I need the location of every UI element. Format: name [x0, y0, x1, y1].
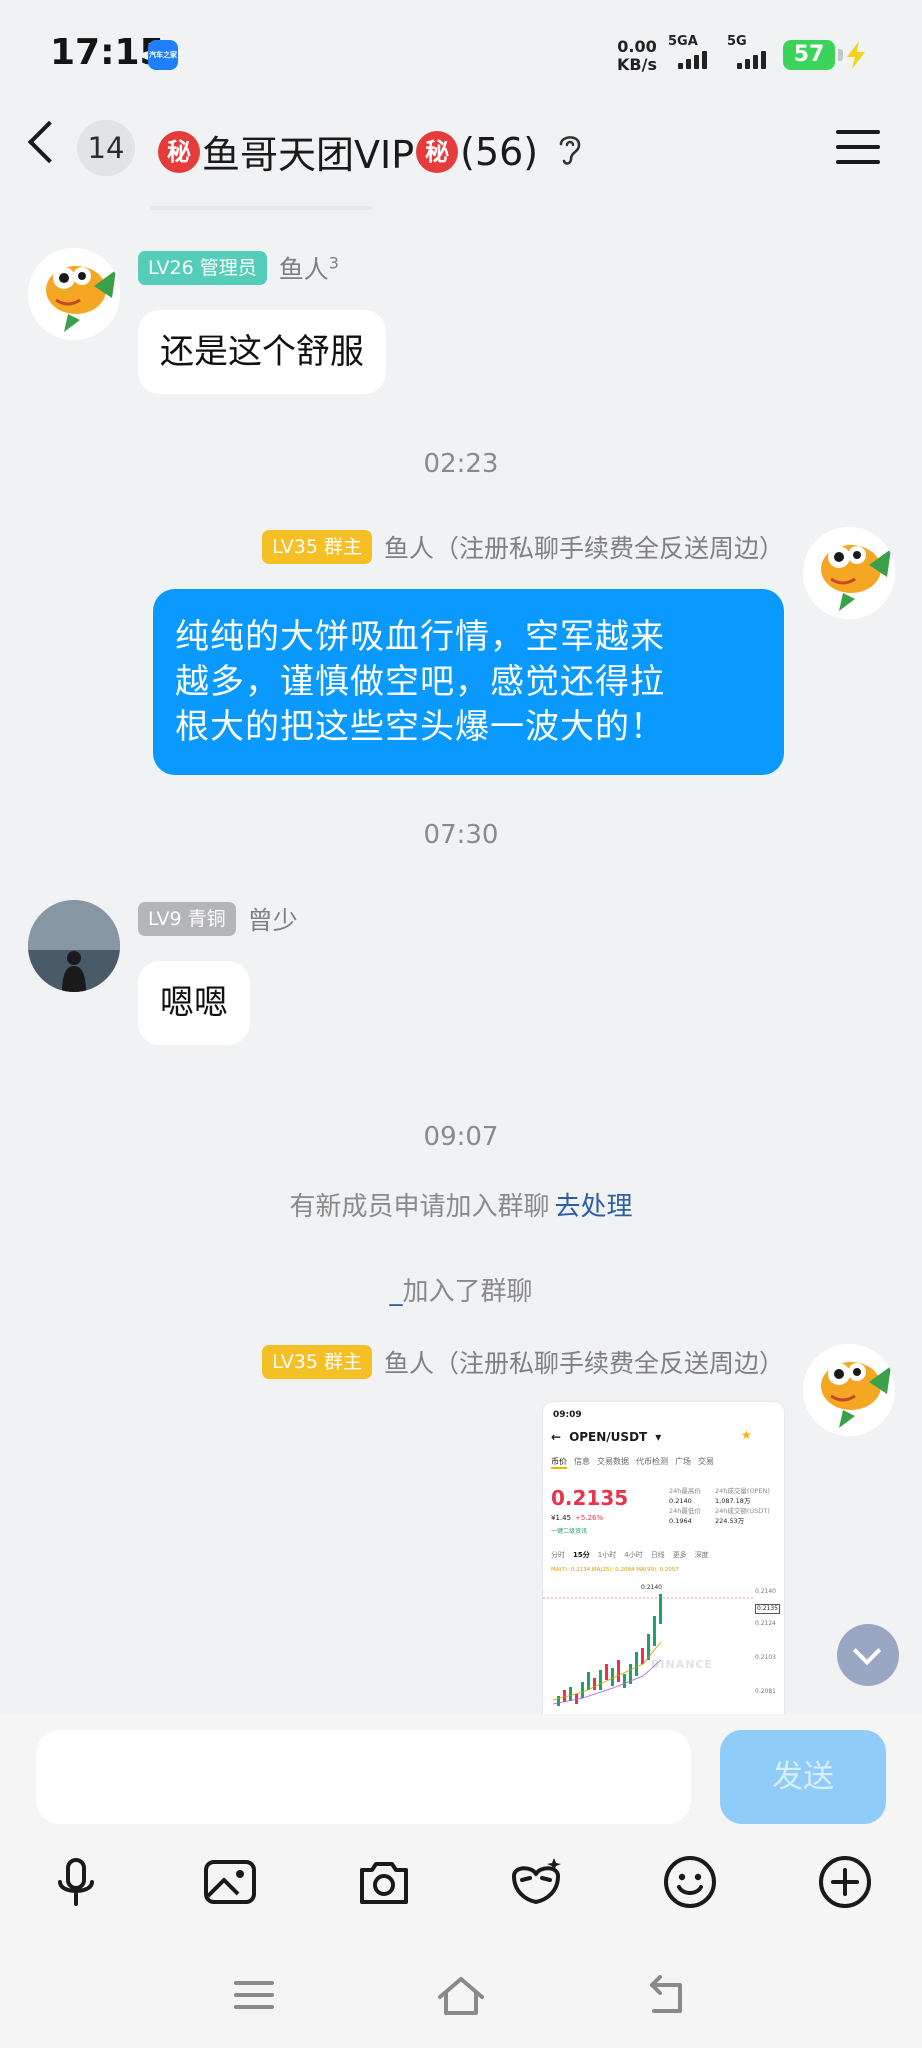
timestamp: 09:07	[423, 1122, 499, 1152]
message-line: 纯纯的大饼吸血行情，空军越来	[175, 617, 665, 657]
message-line: 根大的把这些空头爆一波大的！	[175, 707, 665, 747]
avatar-yuren[interactable]	[28, 248, 120, 340]
microphone-icon[interactable]	[46, 1852, 106, 1912]
app-notification-icon: 汽车之家	[148, 40, 178, 70]
sender-row: LV9 青铜 曾少	[138, 901, 298, 937]
level-badge: LV35 群主	[262, 1345, 372, 1379]
signal-bars-icon	[737, 51, 766, 69]
chevron-down-icon	[852, 1636, 882, 1666]
handle-request-link[interactable]: 去处理	[555, 1192, 633, 1222]
join-notice: _加入了群聊	[0, 1271, 922, 1308]
avatar-self[interactable]	[803, 1344, 895, 1436]
home-nav-icon[interactable]	[434, 1975, 488, 2017]
level-badge: LV26 管理员	[138, 251, 267, 285]
sim1-signal: 5GA	[668, 34, 707, 69]
sender-name-sup: 3	[328, 253, 339, 273]
sender-name[interactable]: 鱼人（注册私聊手续费全反送周边）	[384, 529, 784, 565]
fish-avatar-icon	[803, 1344, 895, 1436]
plus-circle-icon[interactable]	[815, 1852, 875, 1912]
message-text: 还是这个舒服	[160, 332, 364, 372]
sender-name[interactable]: 鱼人（注册私聊手续费全反送周边）	[384, 1344, 784, 1380]
timestamp: 02:23	[423, 449, 499, 479]
level-badge: LV9 青铜	[138, 902, 236, 936]
menu-icon[interactable]	[836, 130, 880, 164]
sim2-label: 5G	[727, 34, 747, 49]
emoji-icon[interactable]	[660, 1852, 720, 1912]
charging-icon	[847, 41, 865, 69]
send-button[interactable]: 发送	[720, 1730, 886, 1824]
battery-indicator: 57	[783, 40, 843, 70]
image-icon[interactable]	[200, 1852, 260, 1912]
unread-count-badge[interactable]: 14	[77, 120, 135, 176]
avatar-zengshao[interactable]	[28, 900, 120, 992]
network-speed: 0.00 KB/s	[617, 38, 657, 74]
system-notice-text: 有新成员申请加入群聊	[289, 1192, 550, 1222]
ear-listen-icon[interactable]	[555, 130, 585, 170]
shot-candlestick-chart	[543, 1591, 753, 1706]
timestamp: 07:30	[423, 820, 499, 850]
seaside-avatar-icon	[28, 900, 120, 992]
joined-user-link[interactable]: _	[389, 1277, 402, 1307]
avatar-self[interactable]	[803, 527, 895, 619]
back-nav-icon[interactable]	[644, 1975, 690, 2017]
network-speed-unit: KB/s	[617, 55, 657, 74]
sim2-signal: 5G	[727, 34, 766, 69]
camera-icon[interactable]	[354, 1852, 414, 1912]
system-notice: 有新成员申请加入群聊 去处理	[0, 1186, 922, 1223]
secret-mark-icon: 秘	[158, 130, 200, 173]
sender-row: LV35 群主 鱼人（注册私聊手续费全反送周边）	[262, 1344, 784, 1380]
level-badge: LV35 群主	[262, 530, 372, 564]
join-notice-text: 加入了群聊	[402, 1277, 533, 1307]
member-count: (56)	[460, 129, 539, 174]
sim1-label: 5GA	[668, 34, 698, 49]
scroll-to-bottom-button[interactable]	[837, 1624, 899, 1686]
message-input[interactable]	[36, 1730, 691, 1824]
group-title: 秘 鱼哥天团VIP 秘 (56)	[156, 124, 538, 179]
group-name: 鱼哥天团VIP	[202, 133, 415, 177]
message-text: 嗯嗯	[160, 983, 228, 1023]
sender-row: LV35 群主 鱼人（注册私聊手续费全反送周边）	[262, 529, 784, 565]
signal-bars-icon	[678, 51, 707, 69]
sender-name[interactable]: 曾少	[248, 901, 298, 937]
mask-icon[interactable]	[506, 1852, 566, 1912]
network-speed-value: 0.00	[617, 37, 657, 56]
back-arrow-icon[interactable]	[27, 120, 71, 164]
fish-avatar-icon	[803, 527, 895, 619]
message-bubble[interactable]: 纯纯的大饼吸血行情，空军越来 越多，谨慎做空吧，感觉还得拉 根大的把这些空头爆一…	[153, 589, 784, 775]
secret-mark-icon: 秘	[416, 130, 459, 173]
message-line: 越多，谨慎做空吧，感觉还得拉	[175, 662, 665, 702]
message-bubble[interactable]: 还是这个舒服	[138, 310, 386, 394]
shared-screenshot-image[interactable]: 09:09 ← OPEN/USDT ▾ ★ 币价 信息 交易数据 代币检测 广场…	[543, 1402, 784, 1714]
menu-nav-icon[interactable]	[232, 1975, 276, 2015]
sender-row: LV26 管理员 鱼人3	[138, 250, 339, 286]
fish-avatar-icon	[28, 248, 120, 340]
sender-name[interactable]: 鱼人3	[279, 250, 339, 286]
message-bubble[interactable]: 嗯嗯	[138, 961, 250, 1045]
scroll-hint-bar	[150, 206, 372, 210]
sender-name-text: 鱼人	[278, 255, 329, 284]
